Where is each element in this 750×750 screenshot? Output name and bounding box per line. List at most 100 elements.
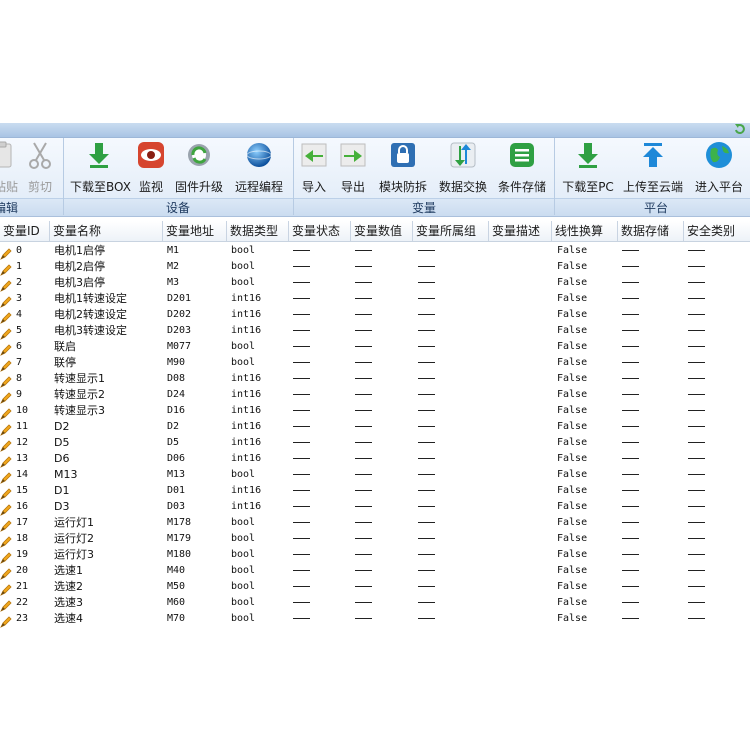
paste-button[interactable]: 粘贴	[0, 140, 18, 195]
value-empty-dash	[355, 250, 372, 251]
pencil-icon	[0, 437, 12, 452]
linear-conversion: False	[557, 389, 588, 400]
table-row[interactable]: 1 电机2启停 M2 bool False	[0, 259, 750, 276]
table-row[interactable]: 6 联启 M077 bool False	[0, 339, 750, 356]
column-header-storage[interactable]: 数据存储	[618, 221, 684, 241]
pencil-icon	[0, 357, 12, 372]
group-empty-dash	[418, 362, 435, 363]
storage-empty-dash	[622, 442, 639, 443]
table-row[interactable]: 14 M13 M13 bool False	[0, 467, 750, 484]
table-row[interactable]: 3 电机1转速设定 D201 int16 False	[0, 291, 750, 308]
table-row[interactable]: 13 D6 D06 int16 False	[0, 451, 750, 468]
linear-conversion: False	[557, 469, 588, 480]
linear-conversion: False	[557, 277, 588, 288]
value-empty-dash	[355, 602, 372, 603]
table-row[interactable]: 19 运行灯3 M180 bool False	[0, 547, 750, 564]
table-row[interactable]: 17 运行灯1 M178 bool False	[0, 515, 750, 532]
enter-platform-button[interactable]: 进入平台	[692, 140, 746, 195]
table-row[interactable]: 18 运行灯2 M179 bool False	[0, 531, 750, 548]
table-row[interactable]: 21 选速2 M50 bool False	[0, 579, 750, 596]
table-row[interactable]: 7 联停 M90 bool False	[0, 355, 750, 372]
column-header-linear[interactable]: 线性换算	[552, 221, 618, 241]
linear-conversion: False	[557, 517, 588, 528]
pencil-icon	[0, 341, 12, 356]
table-row[interactable]: 0 电机1启停 M1 bool False	[0, 243, 750, 260]
table-row[interactable]: 22 选速3 M60 bool False	[0, 595, 750, 612]
linear-conversion: False	[557, 421, 588, 432]
table-row[interactable]: 16 D3 D03 int16 False	[0, 499, 750, 516]
variable-name: 选速4	[54, 612, 83, 625]
refresh-icon[interactable]	[734, 123, 746, 135]
group-label-variable: 变量	[411, 201, 436, 215]
table-row[interactable]: 2 电机3启停 M3 bool False	[0, 275, 750, 292]
security-empty-dash	[688, 602, 705, 603]
security-empty-dash	[688, 282, 705, 283]
export-button[interactable]: 导出	[337, 140, 369, 195]
security-empty-dash	[688, 474, 705, 475]
table-row[interactable]: 23 选速4 M70 bool False	[0, 611, 750, 628]
data-exchange-button[interactable]: 数据交换	[436, 140, 490, 195]
table-row[interactable]: 10 转速显示3 D16 int16 False	[0, 403, 750, 420]
upload-arrow-icon	[643, 143, 663, 167]
variable-id: 11	[16, 421, 29, 432]
pencil-icon	[0, 373, 12, 388]
table-row[interactable]: 12 D5 D5 int16 False	[0, 435, 750, 452]
cut-button[interactable]: 剪切	[24, 140, 56, 195]
variable-id: 17	[16, 517, 29, 528]
column-header-security[interactable]: 安全类别	[684, 221, 750, 241]
module-tamper-button[interactable]: 模块防拆	[376, 140, 430, 195]
column-header-value[interactable]: 变量数值	[351, 221, 413, 241]
value-empty-dash	[355, 618, 372, 619]
variable-address: M3	[167, 277, 180, 288]
table-row[interactable]: 5 电机3转速设定 D203 int16 False	[0, 323, 750, 340]
pencil-icon	[0, 581, 12, 596]
download-to-box-button[interactable]: 下载至BOX	[70, 140, 131, 195]
column-header-address[interactable]: 变量地址	[163, 221, 227, 241]
security-empty-dash	[688, 330, 705, 331]
import-arrow-icon	[301, 143, 327, 167]
column-header-status[interactable]: 变量状态	[289, 221, 351, 241]
data-type: bool	[231, 533, 256, 544]
download-to-pc-button[interactable]: 下载至PC	[561, 140, 615, 195]
scissors-icon	[29, 142, 51, 169]
status-empty-dash	[293, 490, 310, 491]
table-body: 0 电机1启停 M1 bool False 1 电机2启停 M2 bool False 2 电机3启停…	[0, 243, 750, 628]
table-row[interactable]: 8 转速显示1 D08 int16 False	[0, 371, 750, 388]
table-row[interactable]: 9 转速显示2 D24 int16 False	[0, 387, 750, 404]
column-header-id[interactable]: 变量ID	[0, 221, 50, 241]
table-row[interactable]: 20 选速1 M40 bool False	[0, 563, 750, 580]
cut-label: 剪切	[27, 180, 52, 194]
remote-programming-button[interactable]: 远程编程	[232, 140, 286, 195]
variable-id: 21	[16, 581, 29, 592]
variable-id: 5	[16, 325, 23, 336]
column-header-type[interactable]: 数据类型	[227, 221, 289, 241]
pencil-icon	[0, 597, 12, 612]
variable-name: 联启	[54, 340, 76, 353]
conditional-storage-button[interactable]: 条件存储	[495, 140, 549, 195]
table-row[interactable]: 4 电机2转速设定 D202 int16 False	[0, 307, 750, 324]
pencil-icon	[0, 549, 12, 564]
table-row[interactable]: 15 D1 D01 int16 False	[0, 483, 750, 500]
monitor-button[interactable]: 监视	[134, 140, 168, 195]
column-header-description[interactable]: 变量描述	[489, 221, 552, 241]
variable-address: M077	[167, 341, 192, 352]
group-empty-dash	[418, 394, 435, 395]
pencil-icon	[0, 245, 12, 260]
upload-to-cloud-button[interactable]: 上传至云端	[622, 140, 684, 195]
column-header-group[interactable]: 变量所属组	[413, 221, 489, 241]
value-empty-dash	[355, 570, 372, 571]
data-type: int16	[231, 293, 262, 304]
pencil-icon	[0, 613, 12, 628]
security-empty-dash	[688, 618, 705, 619]
security-empty-dash	[688, 410, 705, 411]
firmware-upgrade-button[interactable]: 固件升级	[172, 140, 226, 195]
table-row[interactable]: 11 D2 D2 int16 False	[0, 419, 750, 436]
variable-name: 转速显示2	[54, 388, 105, 401]
column-header-name[interactable]: 变量名称	[50, 221, 163, 241]
import-button[interactable]: 导入	[298, 140, 330, 195]
status-empty-dash	[293, 426, 310, 427]
security-empty-dash	[688, 250, 705, 251]
download-to-pc-label: 下载至PC	[562, 180, 614, 194]
storage-empty-dash	[622, 490, 639, 491]
security-empty-dash	[688, 538, 705, 539]
